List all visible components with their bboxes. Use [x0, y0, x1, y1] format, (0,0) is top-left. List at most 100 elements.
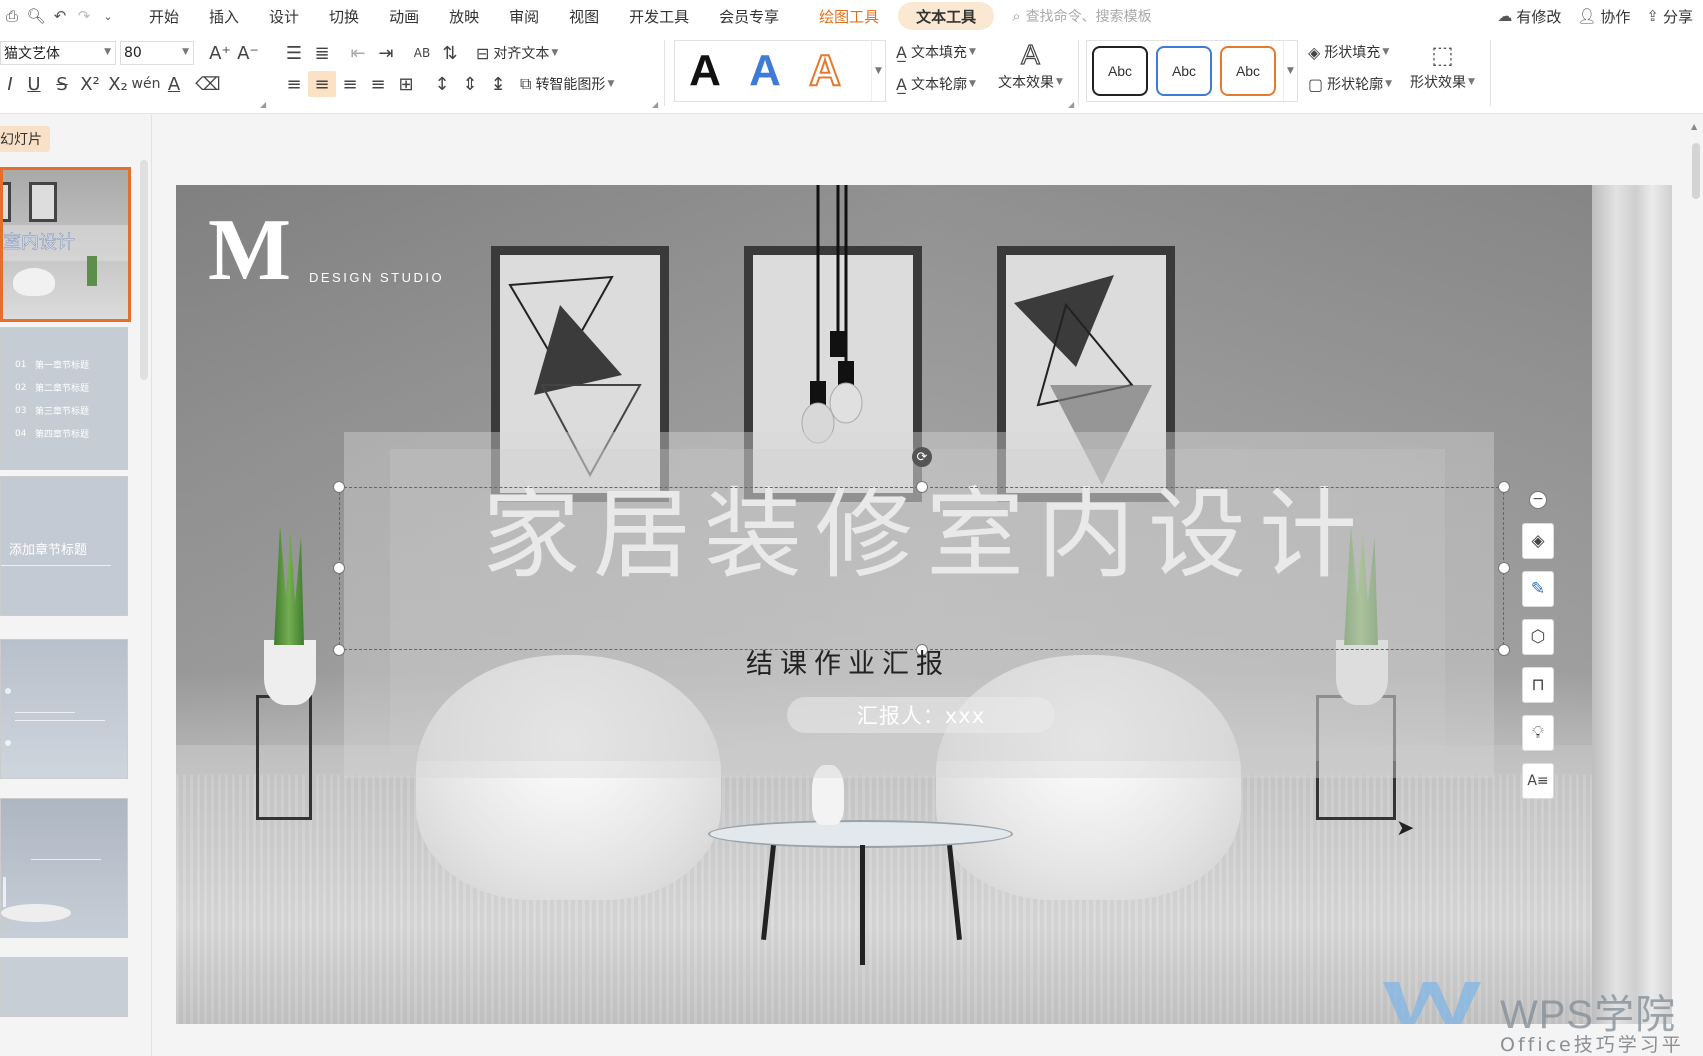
- shape-outline-button[interactable]: ▢ 形状轮廓 ▼: [1308, 74, 1392, 94]
- shape-effect-button[interactable]: ⬚ 形状效果 ▼: [1410, 38, 1475, 92]
- menu-transitions[interactable]: 切换: [314, 0, 374, 32]
- slide-thumbnail-2[interactable]: 01 第一章节标题 02 第二章节标题 03 第三章节标题 04 第四章节标题: [0, 327, 128, 470]
- print-preview-icon[interactable]: 🔍︎: [24, 4, 48, 28]
- resize-handle-nw[interactable]: [333, 481, 345, 493]
- thumb-line: [15, 712, 75, 713]
- undo-icon[interactable]: ↶: [48, 4, 72, 28]
- italic-icon[interactable]: I: [0, 71, 20, 97]
- text-format-icon[interactable]: A≡: [1522, 763, 1554, 799]
- text-style-black[interactable]: A: [675, 46, 735, 96]
- align-right-icon[interactable]: ≡: [336, 71, 364, 97]
- menu-text-tools[interactable]: 文本工具: [898, 2, 995, 30]
- menu-view[interactable]: 视图: [554, 0, 614, 32]
- paragraph-dialog-launcher-icon[interactable]: ◢: [652, 100, 658, 109]
- slides-tab[interactable]: 幻灯片: [0, 126, 50, 152]
- scroll-up-icon[interactable]: ▲: [1691, 122, 1697, 131]
- slide-thumbnail-5[interactable]: [0, 798, 128, 938]
- line-spacing-icon[interactable]: ↕: [428, 71, 456, 97]
- phonetic-guide-icon[interactable]: wén: [132, 71, 161, 97]
- font-color-icon[interactable]: A: [160, 71, 188, 97]
- slide-subtitle[interactable]: 结课作业汇报: [176, 642, 1520, 681]
- more-chevron-icon[interactable]: ⌄: [96, 4, 120, 28]
- resize-handle-n[interactable]: [916, 481, 928, 493]
- menu-animation[interactable]: 动画: [374, 0, 434, 32]
- logo-letter: M: [208, 202, 292, 299]
- panel-scrollbar[interactable]: [140, 160, 148, 380]
- justify-icon[interactable]: ≡: [364, 71, 392, 97]
- font-size-select[interactable]: 80 ▼: [120, 41, 194, 65]
- layers-icon[interactable]: ◈: [1522, 523, 1554, 559]
- collapse-toolbar-icon[interactable]: −: [1529, 491, 1547, 509]
- shape-style-black[interactable]: Abc: [1092, 46, 1148, 96]
- decrease-font-icon[interactable]: A⁻: [234, 40, 262, 66]
- redo-icon[interactable]: ↷: [72, 4, 96, 28]
- outline-icon[interactable]: ⊓: [1522, 667, 1554, 703]
- bullet-list-icon[interactable]: ☰: [280, 40, 308, 66]
- font-name-select[interactable]: 猫文艺体 ▼: [0, 41, 116, 65]
- chevron-down-icon: ▼: [551, 48, 559, 58]
- numbered-list-icon[interactable]: ≣: [308, 40, 336, 66]
- menu-drawing-tools[interactable]: 绘图工具: [804, 0, 894, 32]
- shape-style-orange[interactable]: Abc: [1220, 46, 1276, 96]
- text-direction-icon[interactable]: AB: [408, 40, 436, 66]
- command-search[interactable]: ⌕ 查找命令、搜索模板: [1012, 6, 1151, 26]
- scroll-thumb[interactable]: [1692, 143, 1700, 199]
- align-center-icon[interactable]: ≡: [308, 71, 336, 97]
- gallery-expand-icon[interactable]: ▼: [1283, 41, 1297, 101]
- align-text-label: 对齐文本: [493, 46, 550, 62]
- menu-membership[interactable]: 会员专享: [704, 0, 794, 32]
- text-outline-button[interactable]: A̲ 文本轮廓 ▼: [896, 74, 976, 94]
- superscript-icon[interactable]: X²: [76, 71, 104, 97]
- slide-thumbnail-6[interactable]: [0, 957, 128, 1017]
- text-fill-button[interactable]: A̲ 文本填充 ▼: [896, 42, 976, 62]
- align-left-icon[interactable]: ≡: [280, 71, 308, 97]
- font-dialog-launcher-icon[interactable]: ◢: [260, 100, 266, 109]
- text-dialog-launcher-icon[interactable]: ◢: [1068, 100, 1074, 109]
- menu-insert[interactable]: 插入: [194, 0, 254, 32]
- sort-icon[interactable]: ⇅: [436, 40, 464, 66]
- text-style-blue[interactable]: A: [735, 46, 795, 96]
- resize-handle-e[interactable]: [1498, 562, 1510, 574]
- editor-scrollbar[interactable]: ▲: [1688, 115, 1703, 1056]
- align-text-button[interactable]: ⊟ 对齐文本 ▼: [476, 43, 558, 63]
- slide-thumbnail-4[interactable]: [0, 639, 128, 779]
- slide-reporter[interactable]: 汇报人：xxx: [787, 697, 1055, 733]
- smart-shape-button[interactable]: ⧉ 转智能图形 ▼: [520, 74, 614, 94]
- gallery-expand-icon[interactable]: ▼: [871, 41, 885, 101]
- text-effect-button[interactable]: A 文本效果 ▼: [998, 38, 1063, 92]
- strikethrough-icon[interactable]: S: [48, 71, 76, 97]
- decrease-indent-icon[interactable]: ⇤: [344, 40, 372, 66]
- text-style-orange-outline[interactable]: A: [795, 45, 855, 96]
- resize-handle-w[interactable]: [333, 562, 345, 574]
- rotate-handle-icon[interactable]: ⟳: [912, 447, 932, 467]
- increase-font-icon[interactable]: A⁺: [206, 40, 234, 66]
- underline-icon[interactable]: U: [20, 71, 48, 97]
- paragraph-spacing-icon[interactable]: ⇕: [456, 71, 484, 97]
- idea-icon[interactable]: 💡︎: [1522, 715, 1554, 751]
- line-spacing-options-icon[interactable]: ↨: [484, 71, 512, 97]
- thumb-frame: [3, 182, 11, 222]
- shape-fill-button[interactable]: ◈ 形状填充 ▼: [1308, 42, 1389, 62]
- modified-button[interactable]: ☁ 有修改: [1497, 6, 1561, 27]
- share-button[interactable]: ⇪ 分享: [1646, 6, 1693, 27]
- print-icon[interactable]: ⎙: [0, 4, 24, 28]
- collaborate-button[interactable]: 👤︎ 协作: [1577, 6, 1630, 27]
- slide-thumbnail-1[interactable]: 室内设计: [0, 167, 131, 322]
- title-selection-box[interactable]: [339, 487, 1504, 650]
- increase-indent-icon[interactable]: ⇥: [372, 40, 400, 66]
- slide-thumbnail-3[interactable]: 添加章节标题: [0, 476, 128, 616]
- menu-developer[interactable]: 开发工具: [614, 0, 704, 32]
- shape-style-blue[interactable]: Abc: [1156, 46, 1212, 96]
- subscript-icon[interactable]: X₂: [104, 71, 132, 97]
- menu-home[interactable]: 开始: [134, 0, 194, 32]
- fill-icon[interactable]: ⬡: [1522, 619, 1554, 655]
- brush-icon[interactable]: ✎: [1522, 571, 1554, 607]
- menu-design[interactable]: 设计: [254, 0, 314, 32]
- slide-canvas[interactable]: M DESIGN STUDIO 家居装修室内设计 ⟳ 结课作业汇报 汇报人：xx…: [176, 185, 1672, 1024]
- menu-slideshow[interactable]: 放映: [434, 0, 494, 32]
- menu-review[interactable]: 审阅: [494, 0, 554, 32]
- chevron-down-icon: ▼: [1382, 47, 1390, 57]
- clear-format-icon[interactable]: ⌫: [194, 71, 222, 97]
- resize-handle-ne[interactable]: [1498, 481, 1510, 493]
- distributed-icon[interactable]: ⊞: [392, 71, 420, 97]
